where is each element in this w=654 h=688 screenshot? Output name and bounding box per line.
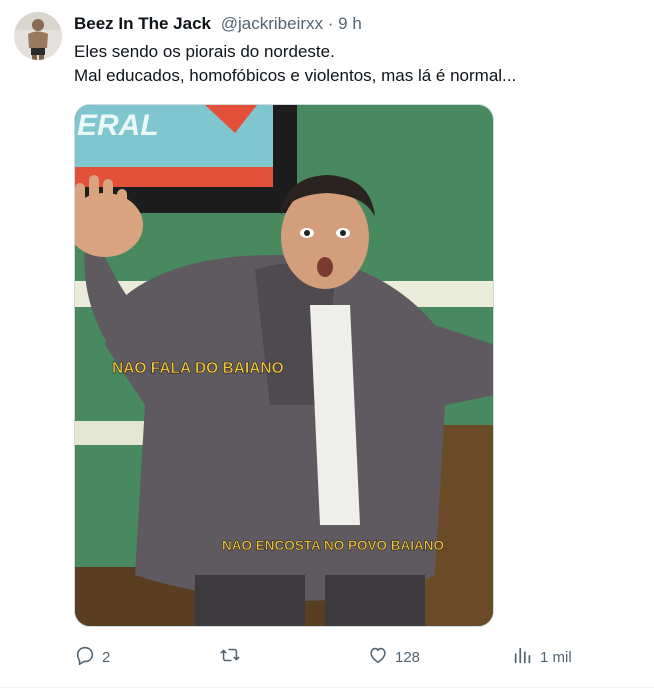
views-icon bbox=[512, 644, 534, 670]
retweet-icon bbox=[219, 644, 241, 670]
reply-button[interactable]: 2 bbox=[74, 644, 110, 670]
tv-sign-text: ERAL bbox=[77, 109, 159, 142]
avatar[interactable] bbox=[14, 12, 62, 60]
separator-dot: · bbox=[327, 14, 334, 33]
views-count: 1 mil bbox=[540, 648, 572, 666]
media-caption-top: NAO FALA DO BAIANO bbox=[112, 360, 284, 377]
tweet-text-line-2: Mal educados, homofóbicos e violentos, m… bbox=[74, 66, 517, 85]
media-caption-bottom: NAO ENCOSTA NO POVO BAIANO bbox=[222, 538, 444, 553]
heart-icon bbox=[367, 644, 389, 670]
author-display-name[interactable]: Beez In The Jack bbox=[74, 14, 211, 33]
tweet-header: Beez In The Jack @jackribeirxx · 9 h bbox=[74, 13, 362, 35]
tweet-text: Eles sendo os piorais do nordeste. Mal e… bbox=[74, 40, 634, 88]
reply-icon bbox=[74, 644, 96, 670]
tweet-text-line-1: Eles sendo os piorais do nordeste. bbox=[74, 42, 335, 61]
retweet-button[interactable] bbox=[219, 644, 247, 670]
views-button[interactable]: 1 mil bbox=[512, 644, 572, 670]
like-count: 128 bbox=[395, 648, 421, 666]
tweet-timestamp[interactable]: 9 h bbox=[338, 14, 362, 33]
reply-count: 2 bbox=[102, 648, 111, 666]
tweet-media-image[interactable]: ERAL NAO FALA DO BAIANO NAO ENCOSTA NO P… bbox=[74, 104, 494, 627]
tweet-actions: 2 128 1 mil bbox=[74, 644, 634, 670]
author-handle[interactable]: @jackribeirxx bbox=[221, 14, 323, 33]
tweet[interactable]: Beez In The Jack @jackribeirxx · 9 h Ele… bbox=[0, 0, 654, 688]
like-button[interactable]: 128 bbox=[367, 644, 420, 670]
